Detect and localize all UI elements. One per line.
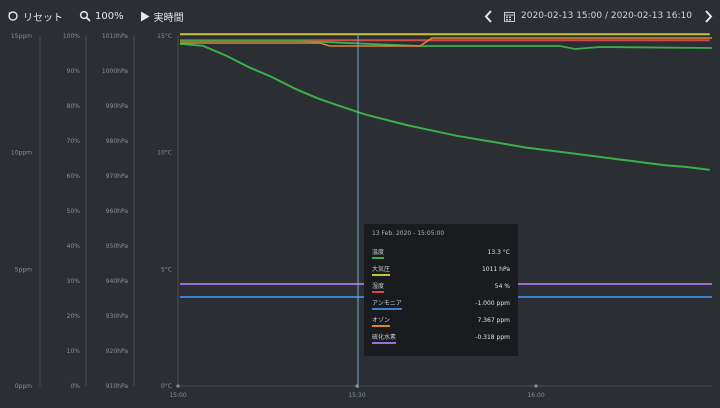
axis-tick-percent: 100% [63, 33, 80, 40]
x-tick-label: 15:30 [348, 392, 365, 399]
axis-tick-percent: 80% [67, 103, 81, 110]
tooltip-value: 13.3 °C [487, 249, 510, 256]
tooltip-color-swatch [372, 325, 391, 327]
x-axis: 15:00 15:30 16:00 [169, 384, 545, 399]
axis-tick-hpa: 960hPa [106, 208, 129, 215]
axis-tick-celsius: 10°C [157, 150, 172, 157]
x-tick-mark [176, 384, 180, 388]
tooltip-row-pressure: 大気圧 1011 hPa [372, 261, 510, 278]
series-line-ozone-upper [180, 37, 712, 47]
axis-tick-celsius: 15°C [157, 33, 172, 40]
tooltip-label: 硫化水素 [372, 332, 397, 344]
axis-tick-percent: 20% [67, 313, 81, 320]
axis-tick-hpa: 950hPa [106, 243, 129, 250]
tooltip-row-ammonia: アンモニア -1.000 ppm [372, 295, 510, 312]
x-tick-label: 16:00 [527, 392, 544, 399]
tooltip-color-swatch [372, 308, 402, 310]
x-tick-mark [534, 384, 538, 388]
axis-tick-percent: 30% [67, 278, 81, 285]
series-line-temperature [179, 42, 710, 171]
axis-tick-hpa: 1010hPa [102, 33, 128, 40]
axis-tick-percent: 90% [67, 68, 81, 75]
tooltip-value: 1011 hPa [481, 266, 510, 273]
axis-tick-hpa: 930hPa [106, 313, 129, 320]
tooltip-color-swatch [372, 342, 397, 344]
axis-tick-celsius: 5°C [161, 266, 172, 273]
tooltip-label: 温度 [372, 247, 385, 259]
tooltip-color-swatch [372, 257, 385, 259]
tooltip-value: -1.000 ppm [475, 300, 510, 307]
tooltip-row-h2s: 硫化水素 -0.318 ppm [372, 329, 510, 346]
axis-tick-hpa: 910hPa [106, 383, 129, 390]
axis-tick-celsius: 0°C [161, 383, 172, 390]
tooltip-color-swatch [372, 291, 385, 293]
axis-tick-hpa: 990hPa [106, 103, 129, 110]
axis-tick-percent: 70% [67, 138, 81, 145]
axis-tick-percent: 0% [70, 383, 80, 390]
tooltip-row-temperature: 温度 13.3 °C [372, 244, 510, 261]
axis-tick-ppm: 15ppm [11, 33, 32, 40]
axis-tick-hpa: 1000hPa [102, 68, 128, 75]
axis-tick-percent: 10% [67, 348, 81, 355]
axis-tick-ppm: 0ppm [15, 383, 32, 390]
axis-tick-hpa: 920hPa [106, 348, 129, 355]
chart[interactable]: 0ppm 5ppm 10ppm 15ppm 0% 10% 20% 30% 40% 50% 60% 70… [0, 0, 720, 408]
tooltip: 13 Feb. 2020 - 15:05:00 温度 13.3 °C 大気圧 1011… [364, 224, 518, 356]
tooltip-value: -0.318 ppm [475, 334, 510, 341]
tooltip-label: 大気圧 [372, 264, 391, 276]
axis-tick-ppm: 5ppm [15, 266, 32, 273]
tooltip-color-swatch [372, 274, 391, 276]
axis-tick-ppm: 10ppm [11, 150, 32, 157]
tooltip-label: アンモニア [372, 298, 402, 310]
tooltip-time: 13 Feb. 2020 - 15:05:00 [372, 230, 445, 237]
axis-tick-hpa: 980hPa [106, 138, 129, 145]
tooltip-value: 7.367 ppm [477, 317, 510, 324]
axis-tick-hpa: 970hPa [106, 173, 129, 180]
y-axes: 0ppm 5ppm 10ppm 15ppm 0% 10% 20% 30% 40% 50% 60% 70… [11, 33, 179, 390]
x-tick-label: 15:00 [169, 392, 186, 399]
tooltip-row-ozone: オゾン 7.367 ppm [372, 312, 510, 329]
tooltip-label: オゾン [372, 315, 391, 327]
tooltip-value: 54 % [494, 283, 510, 290]
axis-tick-percent: 60% [67, 173, 81, 180]
tooltip-label: 湿度 [372, 281, 385, 293]
axis-tick-percent: 40% [67, 243, 81, 250]
axis-tick-hpa: 940hPa [106, 278, 129, 285]
tooltip-row-humidity: 湿度 54 % [372, 278, 510, 295]
axis-tick-percent: 50% [67, 208, 81, 215]
